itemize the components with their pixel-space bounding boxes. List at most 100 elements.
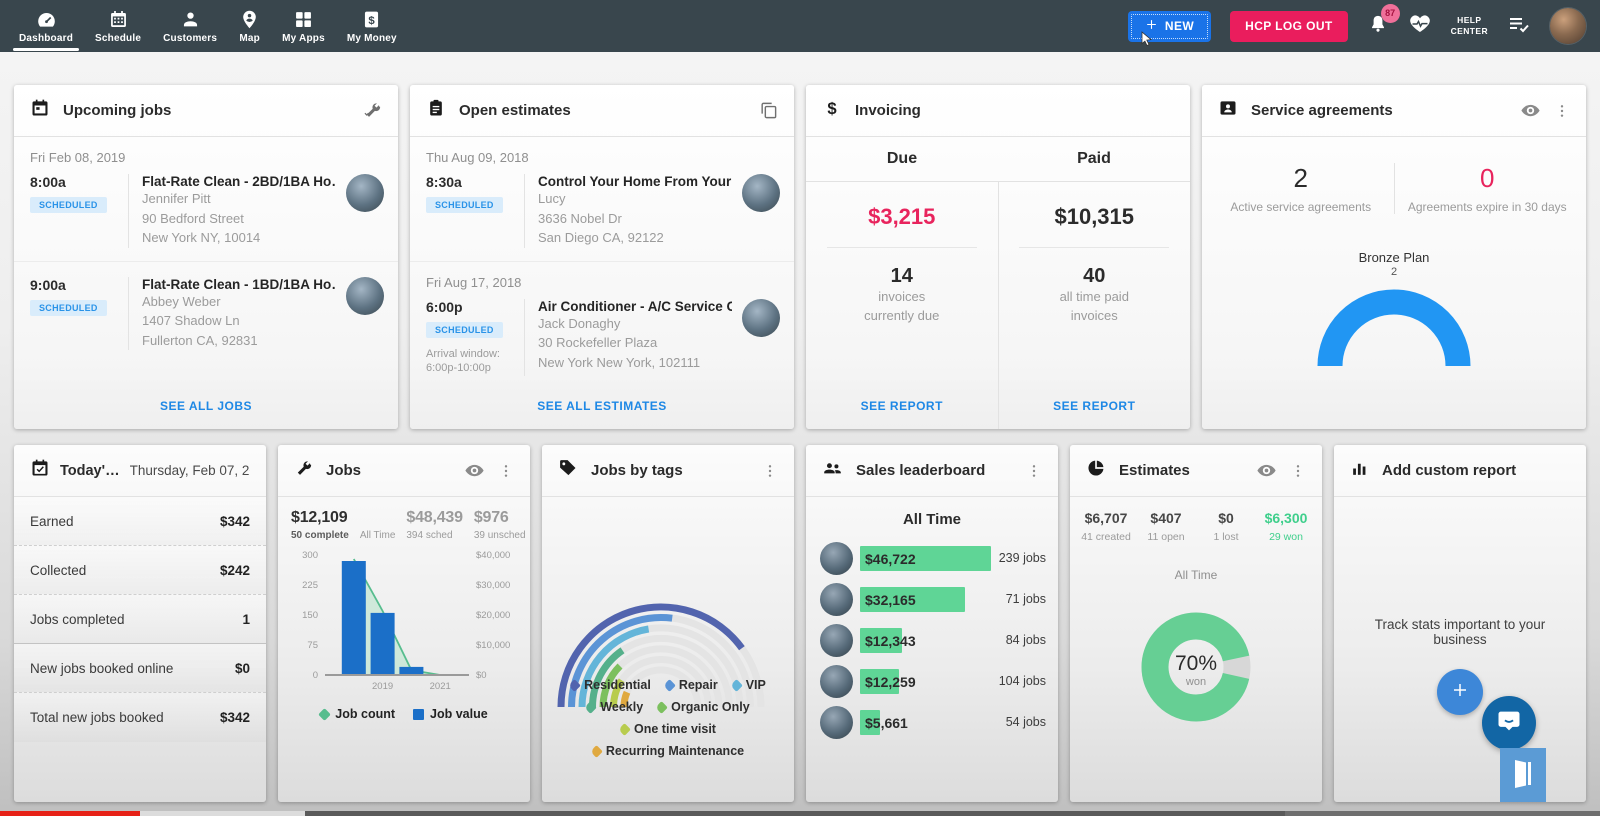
job-time: 8:00a xyxy=(30,174,66,190)
service-stats: 2 Active service agreements 0 Agreements… xyxy=(1202,137,1586,220)
card-title: Service agreements xyxy=(1251,102,1393,119)
employee-avatar xyxy=(820,583,853,616)
stat-row: Earned $342 xyxy=(14,497,266,546)
eye-icon[interactable] xyxy=(1520,100,1541,121)
copy-estimates-icon[interactable] xyxy=(759,101,778,120)
nav-dashboard[interactable]: Dashboard xyxy=(8,0,84,52)
notification-badge: 87 xyxy=(1380,3,1400,23)
invoicing-column-headers: Due Paid xyxy=(806,137,1190,182)
bell-icon xyxy=(1367,15,1389,39)
nav-label: My Money xyxy=(346,32,397,44)
card-title: Upcoming jobs xyxy=(63,102,172,119)
address-line2: Fullerton CA, 92831 xyxy=(142,332,258,348)
sales-amount: $12,259 xyxy=(865,673,916,690)
jobs-settings-wrench-icon[interactable] xyxy=(363,101,382,120)
won-label: won xyxy=(1185,675,1207,688)
mouse-cursor xyxy=(1141,30,1154,50)
pie-chart-icon xyxy=(1086,458,1106,483)
health-button[interactable] xyxy=(1408,12,1432,41)
logout-button-label: HCP LOG OUT xyxy=(1245,19,1333,33)
sales-leaderboard-card: Sales leaderboard All Time $46,722 239 j… xyxy=(806,445,1058,802)
kebab-menu-icon[interactable] xyxy=(498,462,514,480)
address-line1: 90 Bedford Street xyxy=(142,210,244,226)
help-center-line1: HELP xyxy=(1457,14,1482,25)
see-all-jobs-link[interactable]: SEE ALL JOBS xyxy=(14,399,398,429)
sales-amount: $12,343 xyxy=(865,632,916,649)
chat-widget-button[interactable] xyxy=(1482,696,1536,750)
jobs-count: 71 jobs xyxy=(1005,592,1046,606)
open-door-icon xyxy=(1510,757,1536,794)
see-due-report-link[interactable]: SEE REPORT xyxy=(861,399,943,429)
svg-text:2019: 2019 xyxy=(372,681,393,692)
nav-label: My Apps xyxy=(282,32,325,44)
svg-text:150: 150 xyxy=(302,610,318,621)
invoicing-paid-column: $10,315 40 all time paid invoices SEE RE… xyxy=(999,182,1191,429)
chat-bubble-icon xyxy=(1495,707,1523,740)
nav-customers[interactable]: Customers xyxy=(152,0,228,52)
contact-badge-icon xyxy=(1218,98,1238,123)
service-plan-gauge: Bronze Plan 2 xyxy=(1202,250,1586,373)
checklist-button[interactable] xyxy=(1507,12,1531,41)
job-count-legend-marker xyxy=(318,707,332,721)
nav-label: Schedule xyxy=(95,32,142,44)
active-agreements-caption: Active service agreements xyxy=(1230,200,1372,214)
money-icon: $ xyxy=(361,9,382,30)
add-custom-report-card: Add custom report Track stats important … xyxy=(1334,445,1586,802)
estimate-entry[interactable]: 8:30a SCHEDULED Control Your Home From Y… xyxy=(410,172,794,248)
help-center-button[interactable]: HELP CENTER xyxy=(1451,15,1488,38)
gauge-value: 2 xyxy=(1390,266,1398,278)
job-entry[interactable]: 8:00a SCHEDULED Flat-Rate Clean - 2BD/1B… xyxy=(14,172,398,248)
address-line2: New York NY, 10014 xyxy=(142,230,261,245)
svg-text:300: 300 xyxy=(302,550,318,561)
clipboard-icon xyxy=(426,98,446,123)
customer-avatar xyxy=(346,174,384,212)
kebab-menu-icon[interactable] xyxy=(1290,462,1306,480)
card-title: Add custom report xyxy=(1382,462,1517,479)
svg-text:2021: 2021 xyxy=(430,681,451,692)
divider xyxy=(1019,247,1170,248)
nav-label: Map xyxy=(239,32,260,44)
status-badge: SCHEDULED xyxy=(426,197,503,213)
eye-icon[interactable] xyxy=(1256,460,1277,481)
dashboard-gauge-icon xyxy=(36,9,57,30)
kebab-menu-icon[interactable] xyxy=(1026,462,1042,480)
apps-grid-icon xyxy=(293,9,314,30)
paid-amount: $10,315 xyxy=(1054,204,1135,229)
new-button[interactable]: NEW xyxy=(1127,10,1212,46)
video-progress-bar[interactable] xyxy=(0,811,1600,816)
job-entry[interactable]: 9:00a SCHEDULED Flat-Rate Clean - 1BD/1B… xyxy=(14,275,398,350)
plus-icon xyxy=(1451,678,1469,706)
new-button-label: NEW xyxy=(1164,19,1195,33)
bar-chart-icon xyxy=(1350,459,1369,483)
svg-text:75: 75 xyxy=(307,640,318,651)
nav-my-apps[interactable]: My Apps xyxy=(271,0,336,52)
jobs-complete-caption: 50 complete xyxy=(291,530,349,541)
wrench-icon xyxy=(294,459,313,483)
notifications-button[interactable]: 87 xyxy=(1367,3,1400,40)
nav-my-money[interactable]: $ My Money xyxy=(336,0,408,52)
help-center-line2: CENTER xyxy=(1450,26,1488,36)
svg-text:$20,000: $20,000 xyxy=(476,610,510,621)
person-icon xyxy=(180,9,201,30)
jobs-chart-legend: Job count Job value xyxy=(278,705,530,733)
card-title: Invoicing xyxy=(855,102,921,119)
sales-amount: $5,661 xyxy=(865,714,908,731)
eye-icon[interactable] xyxy=(464,460,485,481)
hcp-log-out-button[interactable]: HCP LOG OUT xyxy=(1230,10,1348,42)
see-paid-report-link[interactable]: SEE REPORT xyxy=(1053,399,1135,429)
add-report-button[interactable] xyxy=(1437,669,1483,715)
job-value-legend-label: Job value xyxy=(430,707,488,721)
nav-schedule[interactable]: Schedule xyxy=(84,0,152,52)
kebab-menu-icon[interactable] xyxy=(1554,102,1570,120)
estimate-entry[interactable]: 6:00p SCHEDULED Arrival window: 6:00p-10… xyxy=(410,297,794,377)
see-all-estimates-link[interactable]: SEE ALL ESTIMATES xyxy=(410,399,794,429)
user-avatar[interactable] xyxy=(1550,8,1586,44)
kebab-menu-icon[interactable] xyxy=(762,462,778,480)
dashboard-row-1: Upcoming jobs Fri Feb 08, 2019 8:00a SCH… xyxy=(14,85,1586,429)
address-line1: 3636 Nobel Dr xyxy=(538,210,622,226)
gauge-arc-chart xyxy=(1317,289,1471,367)
tag-chip-recurring-maintenance xyxy=(590,745,603,758)
arrival-window-time: 6:00p-10:00p xyxy=(426,362,491,375)
nav-map[interactable]: Map xyxy=(228,0,271,52)
card-title: Jobs by tags xyxy=(591,462,683,479)
